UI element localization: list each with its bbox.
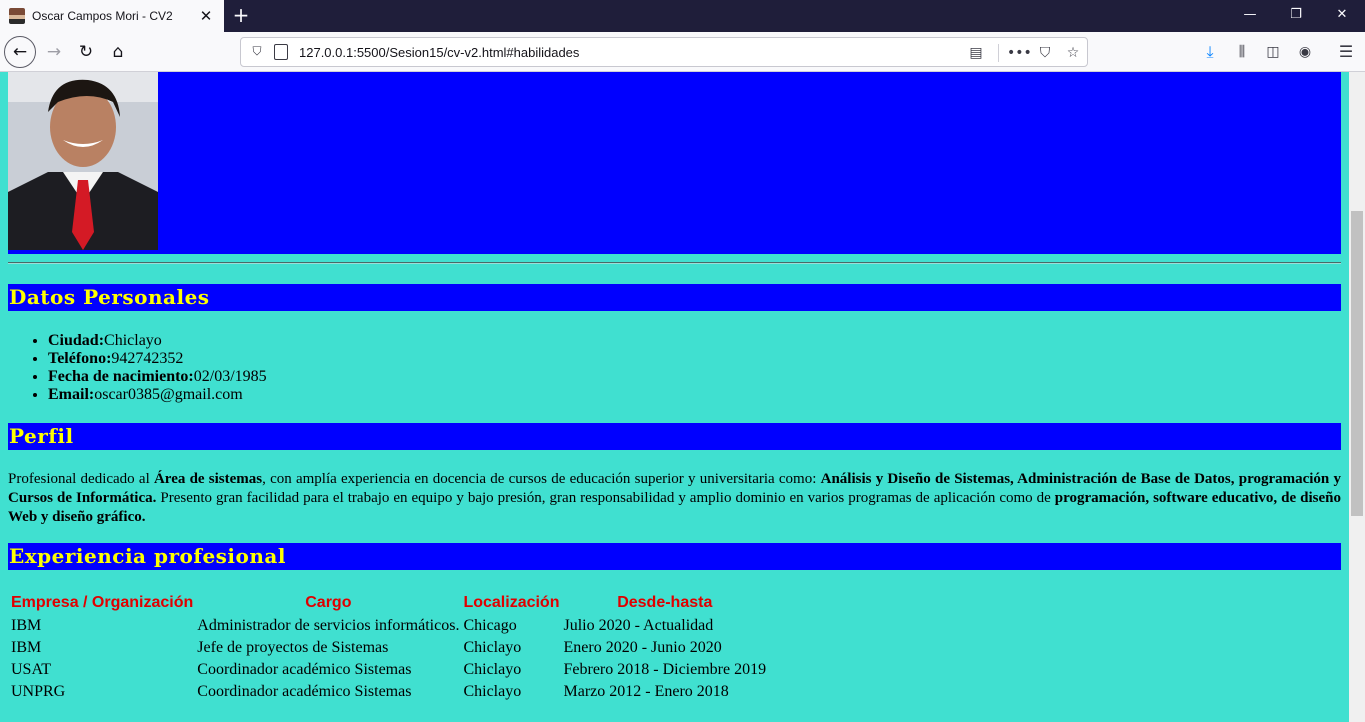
field-label: Teléfono:	[48, 350, 112, 367]
table-cell: Julio 2020 - Actualidad	[563, 617, 714, 634]
table-cell: IBM	[11, 639, 42, 656]
field-value: 942742352	[111, 350, 184, 367]
maximize-button[interactable]: ❐	[1273, 0, 1319, 32]
table-cell: Coordinador académico Sistemas	[197, 683, 412, 700]
table-cell: UNPRG	[11, 683, 66, 700]
field-value: Chiclayo	[104, 332, 162, 349]
table-row: IBM Jefe de proyectos de Sistemas Chicla…	[10, 638, 767, 658]
page-viewport: Datos Personales Ciudad:Chiclayo Teléfon…	[0, 72, 1349, 722]
minimize-button[interactable]: —	[1227, 0, 1273, 32]
address-bar[interactable]: ⛉ 127.0.0.1:5500/Sesion15/cv-v2.html#hab…	[240, 37, 1088, 67]
profile-paragraph: Profesional dedicado al Área de sistemas…	[8, 470, 1341, 527]
close-window-button[interactable]: ✕	[1319, 0, 1365, 32]
table-cell: Febrero 2018 - Diciembre 2019	[563, 661, 767, 678]
table-row: USAT Coordinador académico Sistemas Chic…	[10, 660, 767, 680]
personal-data-list: Ciudad:Chiclayo Teléfono:942742352 Fecha…	[48, 332, 267, 404]
table-cell: Chicago	[463, 617, 517, 634]
page-actions-icon[interactable]: •••	[1007, 43, 1032, 63]
table-cell: Jefe de proyectos de Sistemas	[197, 639, 389, 656]
reload-button[interactable]: ↻	[70, 36, 102, 68]
experience-table: Empresa / Organización Cargo Localizació…	[8, 590, 769, 704]
profile-text: Presento gran facilidad para el trabajo …	[156, 490, 1055, 506]
library-icon[interactable]: ⫼	[1232, 42, 1252, 62]
table-row: IBM Administrador de servicios informáti…	[10, 616, 767, 636]
list-item: Teléfono:942742352	[48, 350, 267, 368]
table-cell: USAT	[11, 661, 52, 678]
table-cell: Coordinador académico Sistemas	[197, 661, 412, 678]
header-band	[8, 72, 1341, 254]
column-header: Empresa / Organización	[11, 594, 194, 611]
table-header-row: Empresa / Organización Cargo Localizació…	[10, 592, 767, 614]
account-icon[interactable]: ◉	[1295, 42, 1315, 62]
table-cell: Marzo 2012 - Enero 2018	[563, 683, 729, 700]
page-info-icon[interactable]	[274, 44, 288, 60]
table-cell: IBM	[11, 617, 42, 634]
list-item: Ciudad:Chiclayo	[48, 332, 267, 350]
profile-emphasis: Área de sistemas	[153, 471, 263, 487]
field-value: oscar0385@gmail.com	[94, 386, 243, 403]
field-value: 02/03/1985	[193, 368, 267, 385]
sidebar-icon[interactable]: ◫	[1263, 42, 1283, 62]
profile-text: Profesional dedicado al	[8, 471, 154, 487]
list-item: Fecha de nacimiento:02/03/1985	[48, 368, 267, 386]
close-tab-icon[interactable]: ✕	[194, 7, 218, 25]
field-label: Fecha de nacimiento:	[48, 368, 194, 385]
new-tab-button[interactable]: +	[229, 4, 253, 28]
title-bar: Oscar Campos Mori - CV2 ✕ + — ❐ ✕	[0, 0, 1365, 32]
favicon-icon	[9, 8, 25, 24]
scrollbar-thumb[interactable]	[1351, 211, 1363, 516]
url-text[interactable]: 127.0.0.1:5500/Sesion15/cv-v2.html#habil…	[299, 45, 579, 60]
table-cell: Chiclayo	[463, 683, 522, 700]
pocket-icon[interactable]: ⛉	[1035, 43, 1055, 63]
field-label: Ciudad:	[48, 332, 105, 349]
section-heading-experiencia: Experiencia profesional	[8, 543, 1341, 570]
forward-button[interactable]: →	[38, 36, 70, 68]
list-item: Email:oscar0385@gmail.com	[48, 386, 267, 404]
column-header: Desde-hasta	[617, 594, 713, 611]
downloads-icon[interactable]: ⤓	[1200, 42, 1220, 62]
browser-tab[interactable]: Oscar Campos Mori - CV2 ✕	[0, 0, 224, 32]
section-heading-perfil: Perfil	[8, 423, 1341, 450]
table-cell: Enero 2020 - Junio 2020	[563, 639, 722, 656]
profile-photo	[8, 72, 158, 250]
table-cell: Chiclayo	[463, 639, 522, 656]
navigation-toolbar: ← → ↻ ⌂ ⛉ 127.0.0.1:5500/Sesion15/cv-v2.…	[0, 32, 1365, 72]
section-heading-datos: Datos Personales	[8, 284, 1341, 311]
vertical-scrollbar[interactable]	[1349, 72, 1365, 722]
back-button[interactable]: ←	[4, 36, 36, 68]
bookmark-star-icon[interactable]: ☆	[1063, 43, 1083, 63]
table-cell: Administrador de servicios informáticos.	[197, 617, 460, 634]
reader-view-icon[interactable]: ▤	[966, 43, 986, 63]
menu-icon[interactable]: ☰	[1336, 42, 1356, 62]
field-label: Email:	[48, 386, 95, 403]
column-header: Cargo	[305, 594, 352, 611]
table-row: UNPRG Coordinador académico Sistemas Chi…	[10, 682, 767, 702]
home-button[interactable]: ⌂	[102, 36, 134, 68]
profile-text: , con amplía experiencia en docencia de …	[262, 471, 821, 487]
tracking-shield-icon[interactable]: ⛉	[249, 44, 265, 60]
table-cell: Chiclayo	[463, 661, 522, 678]
column-header: Localización	[463, 594, 560, 611]
horizontal-divider	[8, 262, 1341, 264]
urlbar-divider	[998, 44, 999, 62]
tab-title: Oscar Campos Mori - CV2	[32, 9, 173, 23]
